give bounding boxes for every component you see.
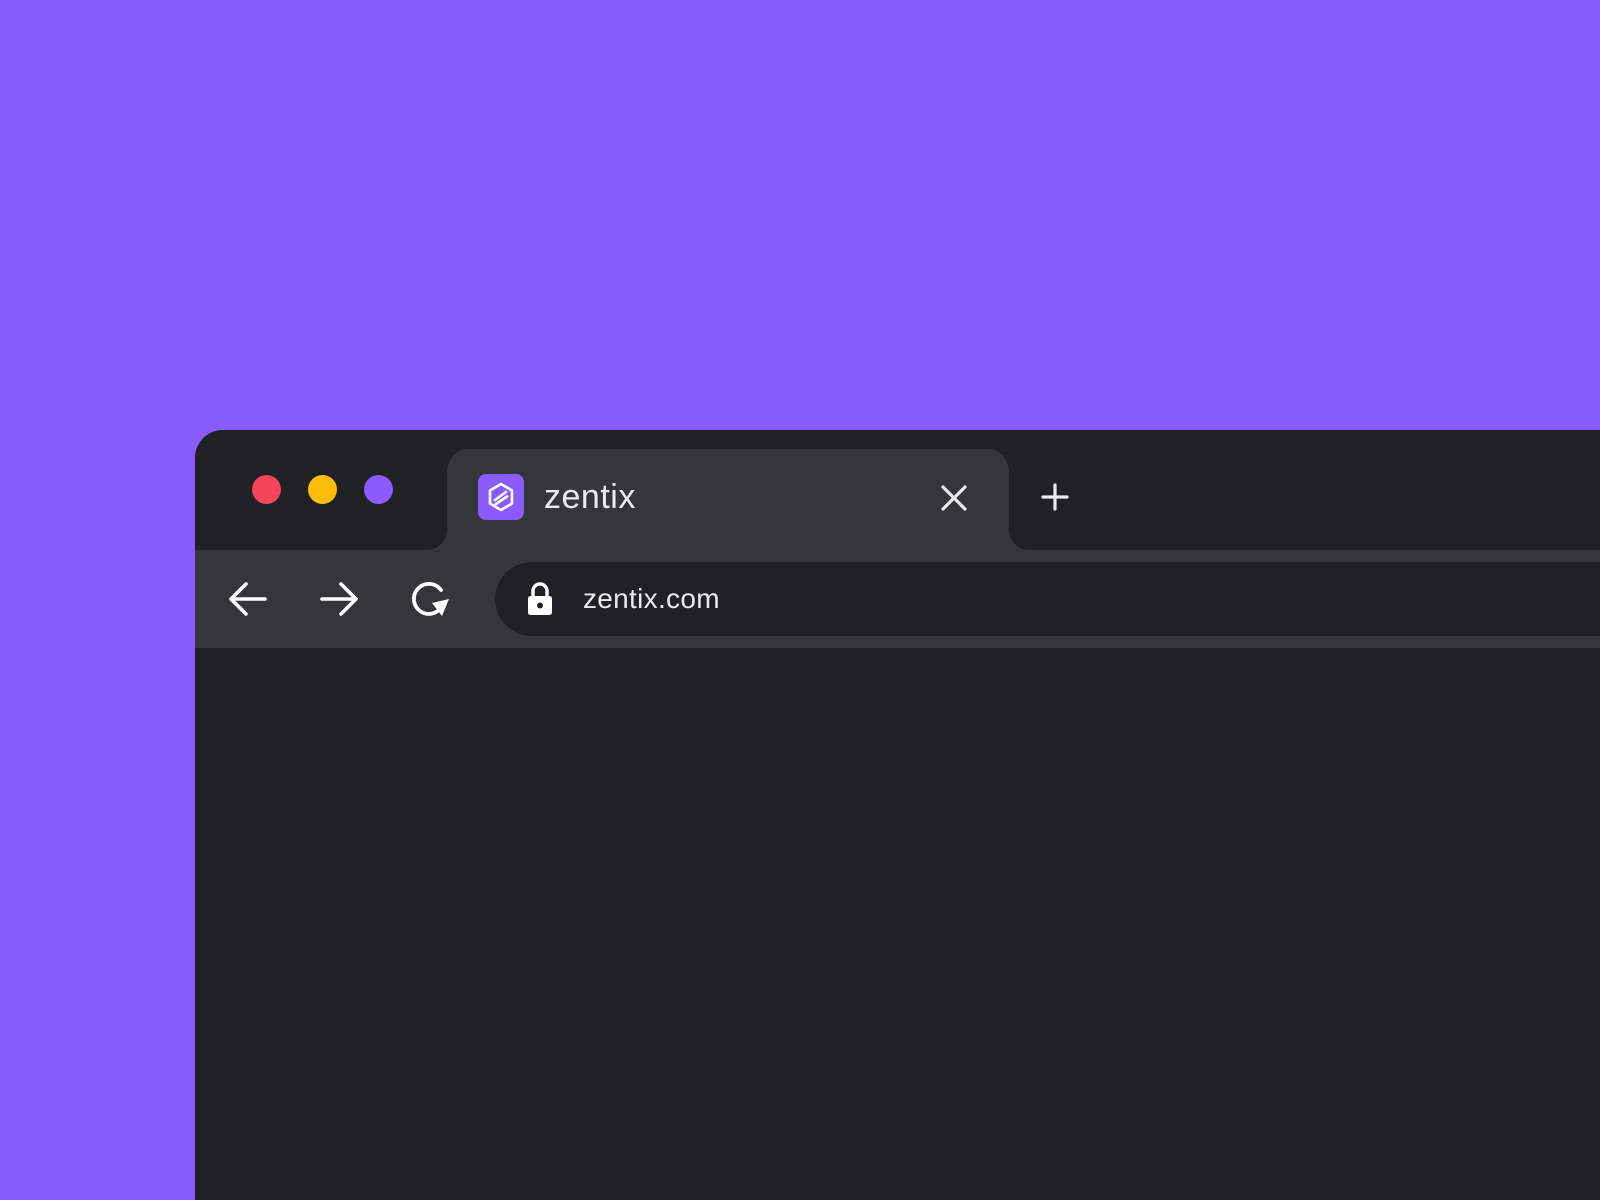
maximize-window-button[interactable] (364, 475, 393, 504)
address-bar[interactable]: zentix.com (495, 562, 1600, 636)
plus-icon (1041, 483, 1069, 511)
back-button[interactable] (223, 574, 273, 624)
tab-title: zentix (544, 478, 636, 516)
lock-icon (528, 582, 552, 615)
browser-toolbar: zentix.com (195, 550, 1600, 648)
reload-button[interactable] (405, 574, 455, 624)
arrow-right-icon (320, 582, 358, 616)
close-icon (941, 485, 967, 511)
reload-icon (412, 582, 449, 616)
close-window-button[interactable] (252, 475, 281, 504)
zentix-logo-icon (478, 474, 524, 520)
minimize-window-button[interactable] (308, 475, 337, 504)
active-tab[interactable]: zentix (447, 449, 1009, 550)
url-text: zentix.com (583, 583, 720, 614)
forward-button[interactable] (314, 574, 364, 624)
page-content (195, 648, 1600, 1200)
new-tab-button[interactable] (1038, 480, 1072, 514)
tab-strip: zentix (195, 430, 1600, 550)
close-tab-button[interactable] (937, 481, 971, 515)
arrow-left-icon (229, 582, 267, 616)
browser-window: zentix zentix.com (195, 430, 1600, 1200)
